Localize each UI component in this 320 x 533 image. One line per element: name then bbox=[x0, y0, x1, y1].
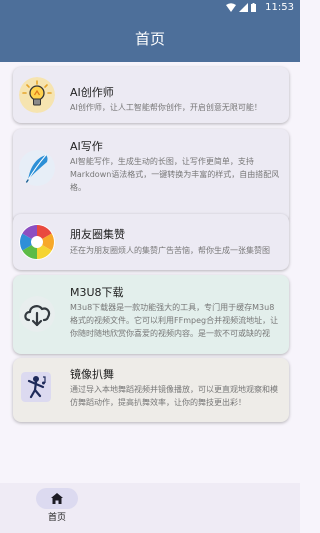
feather-icon bbox=[19, 150, 55, 186]
card-mirror-dance[interactable]: 镜像扒舞 通过导入本地舞蹈视频并镜像播放，可以更直观地观察和模仿舞蹈动作，提高扒… bbox=[13, 358, 289, 422]
card-description: 还在为朋友圈烦人的集赞广告苦恼，帮你生成一张集赞图 bbox=[70, 246, 270, 255]
status-time: 11:53 bbox=[265, 2, 294, 13]
card-description: M3u8下载器是一款功能强大的工具，专门用于缓存M3u8格式的视频文件。它可以利… bbox=[70, 303, 279, 338]
card-m3u8-download[interactable]: M3U8下载 M3u8下载器是一款功能强大的工具，专门用于缓存M3u8格式的视频… bbox=[13, 275, 289, 354]
cloud-download-icon bbox=[19, 296, 55, 332]
app-bar: 首页 bbox=[0, 16, 300, 62]
signal-icon bbox=[239, 3, 248, 12]
card-description: AI智能写作，生成生动的长图，让写作更简单，支持Markdown语法格式，一键转… bbox=[70, 157, 280, 192]
card-ai-writing[interactable]: AI写作 AI智能写作，生成生动的长图，让写作更简单，支持Markdown语法格… bbox=[13, 129, 289, 224]
card-description: 通过导入本地舞蹈视频并镜像播放，可以更直观地观察和模仿舞蹈动作，提高扒舞效率，让… bbox=[70, 385, 278, 407]
status-bar: 11:53 bbox=[0, 0, 300, 16]
card-title: 镜像扒舞 bbox=[70, 368, 114, 381]
nav-active-indicator[interactable] bbox=[36, 488, 78, 509]
nav-item-label: 首页 bbox=[47, 513, 66, 523]
dancer-icon bbox=[21, 372, 51, 402]
card-title: M3U8下载 bbox=[70, 286, 124, 299]
card-title: AI写作 bbox=[70, 140, 103, 153]
card-description: AI创作师，让人工智能帮你创作，开启创意无限可能！ bbox=[70, 103, 262, 112]
bottom-navigation: 首页 bbox=[0, 483, 300, 533]
wifi-icon bbox=[226, 3, 236, 12]
home-icon bbox=[51, 493, 63, 504]
status-icons bbox=[226, 3, 256, 12]
camera-aperture-icon bbox=[19, 224, 55, 260]
card-ai-creator[interactable]: AI创作师 AI创作师，让人工智能帮你创作，开启创意无限可能！ bbox=[13, 67, 289, 123]
lightbulb-icon bbox=[19, 77, 55, 113]
card-title: 朋友圈集赞 bbox=[70, 228, 125, 241]
page-title: 首页 bbox=[134, 30, 165, 48]
card-moments-likes[interactable]: 朋友圈集赞 还在为朋友圈烦人的集赞广告苦恼，帮你生成一张集赞图 bbox=[13, 214, 289, 270]
card-title: AI创作师 bbox=[70, 86, 114, 99]
battery-icon bbox=[251, 3, 256, 12]
